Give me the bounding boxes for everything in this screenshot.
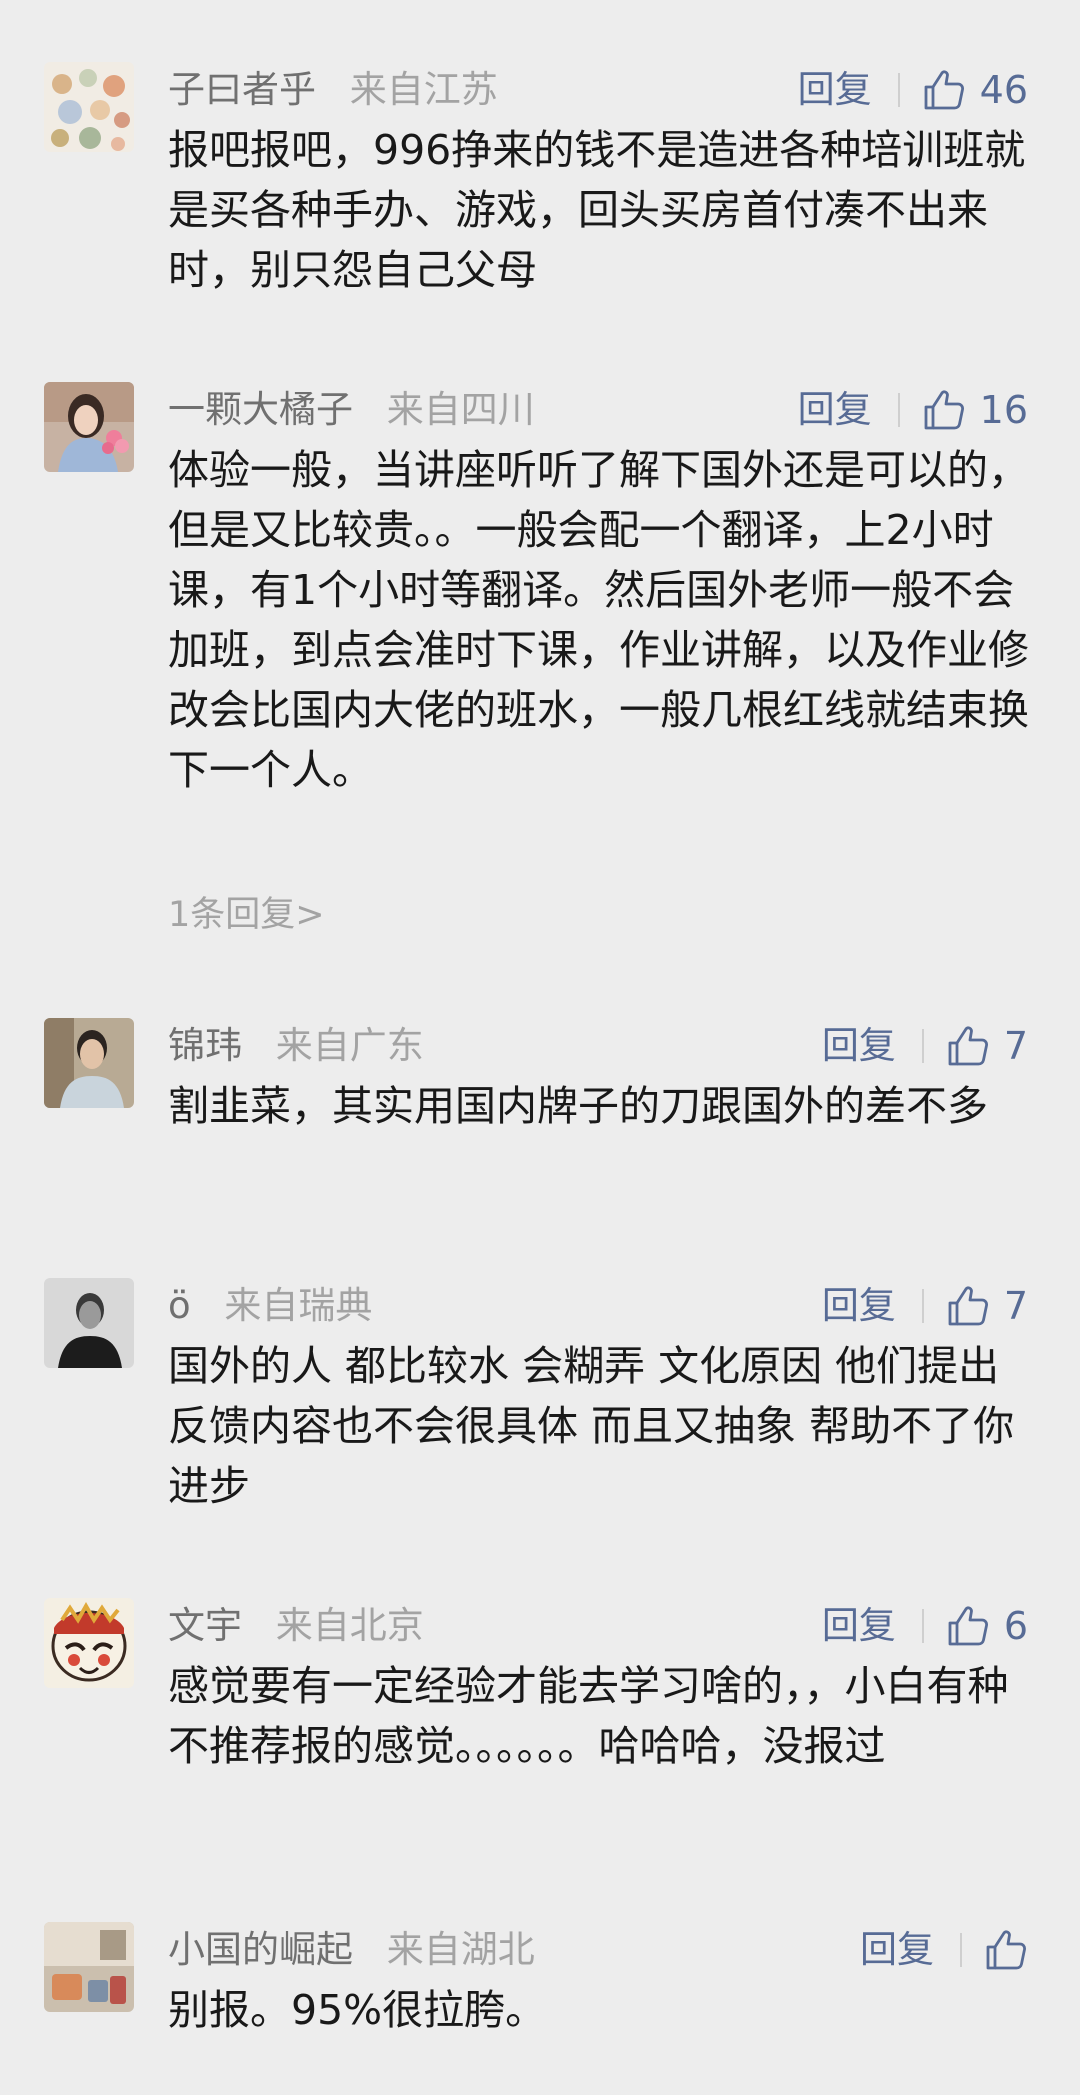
location-label: 来自瑞典 <box>224 1284 373 1327</box>
like-button[interactable]: 6 <box>946 1598 1028 1654</box>
location-label: 来自北京 <box>275 1604 424 1647</box>
username[interactable]: 一颗大橘子 <box>168 388 353 431</box>
avatar[interactable] <box>44 62 134 152</box>
username[interactable]: 子曰者乎 <box>168 68 316 111</box>
username[interactable]: 锦玮 <box>168 1024 242 1067</box>
thumbs-up-icon <box>948 1606 988 1646</box>
location-label: 来自江苏 <box>349 68 498 111</box>
avatar[interactable] <box>44 1598 134 1688</box>
divider <box>960 1933 962 1967</box>
comment-actions: 回复 46 <box>798 62 1028 118</box>
divider <box>921 1029 924 1063</box>
like-button[interactable]: 7 <box>946 1278 1028 1334</box>
username[interactable]: 小国的崛起 <box>168 1928 353 1971</box>
reply-button[interactable]: 回复 <box>822 1278 896 1334</box>
like-count: 6 <box>1003 1604 1028 1648</box>
comment-text: 报吧报吧，996挣来的钱不是造进各种培训班就是买各种手办、游戏，回头买房首付凑不… <box>168 126 1026 294</box>
avatar[interactable] <box>44 1922 134 2012</box>
thumbs-up-icon <box>924 70 964 110</box>
divider <box>897 73 900 107</box>
comment-header: 小国的崛起 来自湖北 <box>168 1922 535 1978</box>
location-label: 来自广东 <box>275 1024 424 1067</box>
comment-header: 一颗大橘子 来自四川 <box>168 382 535 438</box>
comment-actions: 回复 7 <box>822 1278 1028 1334</box>
thumbs-up-icon <box>986 1930 1026 1970</box>
like-count: 46 <box>979 68 1028 112</box>
thumbs-up-icon <box>948 1286 988 1326</box>
thumbs-up-icon <box>924 390 964 430</box>
like-button[interactable]: 7 <box>946 1018 1028 1074</box>
location-label: 来自四川 <box>386 388 535 431</box>
like-button[interactable]: 46 <box>922 62 1028 118</box>
avatar[interactable] <box>44 1018 134 1108</box>
username[interactable]: ö <box>168 1284 191 1327</box>
like-count: 16 <box>979 388 1028 432</box>
comment-header: 子曰者乎 来自江苏 <box>168 62 498 118</box>
location-label: 来自湖北 <box>386 1928 535 1971</box>
reply-button[interactable]: 回复 <box>798 62 872 118</box>
comment-actions: 回复 16 <box>798 382 1028 438</box>
username[interactable]: 文宇 <box>168 1604 242 1647</box>
like-count: 7 <box>1003 1284 1028 1328</box>
comment-actions: 回复 7 <box>822 1018 1028 1074</box>
like-button[interactable]: 16 <box>922 382 1028 438</box>
comment-actions: 回复 6 <box>822 1598 1028 1654</box>
like-count: 7 <box>1003 1024 1028 1068</box>
comment-text: 感觉要有一定经验才能去学习啥的，，小白有种不推荐报的感觉。。。。。。哈哈哈，没报… <box>168 1662 1009 1770</box>
divider <box>921 1609 924 1643</box>
reply-button[interactable]: 回复 <box>822 1018 896 1074</box>
reply-button[interactable]: 回复 <box>822 1598 896 1654</box>
reply-button[interactable]: 回复 <box>798 382 872 438</box>
comment-text: 国外的人 都比较水 会糊弄 文化原因 他们提出反馈内容也不会很具体 而且又抽象 … <box>168 1342 1015 1510</box>
avatar[interactable] <box>44 1278 134 1368</box>
divider <box>897 393 900 427</box>
view-replies-link[interactable]: 1条回复> <box>168 890 325 940</box>
comment-header: 锦玮 来自广东 <box>168 1018 424 1074</box>
like-button[interactable] <box>984 1928 1028 1972</box>
thumbs-up-icon <box>948 1026 988 1066</box>
comment-text: 别报。95%很拉胯。 <box>168 1986 547 2034</box>
divider <box>921 1289 924 1323</box>
comment-text: 割韭菜，其实用国内牌子的刀跟国外的差不多 <box>168 1082 988 1130</box>
comment-header: 文宇 来自北京 <box>168 1598 424 1654</box>
comment-text: 体验一般，当讲座听听了解下国外还是可以的，但是又比较贵。。一般会配一个翻译，上2… <box>168 446 1029 794</box>
comment-header: ö 来自瑞典 <box>168 1278 372 1334</box>
reply-button[interactable]: 回复 <box>860 1922 934 1978</box>
avatar[interactable] <box>44 382 134 472</box>
comment-actions: 回复 <box>860 1922 1028 1978</box>
